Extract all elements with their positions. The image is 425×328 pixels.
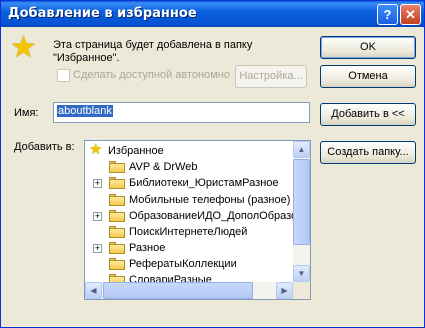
- folder-tree[interactable]: ★ Избранное AVP & DrWeb + Библиотеки_Юри…: [84, 140, 311, 300]
- title-bar[interactable]: Добавление в избранное ? ✕: [1, 1, 424, 27]
- scroll-down-button[interactable]: ▼: [293, 265, 310, 282]
- new-folder-button[interactable]: Создать папку...: [320, 141, 416, 164]
- favorites-star-icon: ★: [10, 31, 37, 64]
- name-input-value: aboutblank: [57, 105, 113, 117]
- expand-icon[interactable]: +: [93, 244, 102, 253]
- tree-item-label: AVP & DrWeb: [129, 161, 198, 173]
- message-line-1: Эта страница будет добавлена в папку: [53, 39, 253, 51]
- folder-icon: [109, 177, 125, 189]
- tree-item-label: Разное: [129, 242, 166, 254]
- add-favorite-dialog: Добавление в избранное ? ✕ ★ Эта страниц…: [0, 0, 425, 328]
- tree-item-label: Мобильные телефоны (разное): [129, 194, 291, 206]
- cancel-button[interactable]: Отмена: [320, 65, 416, 88]
- folder-icon: [109, 226, 125, 238]
- scroll-up-button[interactable]: ▲: [293, 141, 310, 158]
- expand-icon[interactable]: +: [93, 212, 102, 221]
- message-line-2: "Избранное".: [53, 52, 120, 64]
- scroll-left-button[interactable]: ◀: [85, 282, 102, 299]
- help-button[interactable]: ?: [377, 4, 398, 25]
- tree-item-label: ОбразованиеИДО_ДополОбразо: [129, 210, 298, 222]
- name-input[interactable]: aboutblank: [53, 102, 310, 123]
- customize-button[interactable]: Настройка...: [235, 65, 307, 88]
- scroll-right-button[interactable]: ▶: [276, 282, 293, 299]
- expand-icon[interactable]: +: [93, 179, 102, 188]
- ok-button[interactable]: OK: [320, 36, 416, 59]
- folder-icon: [109, 194, 125, 206]
- name-label: Имя:: [14, 107, 39, 119]
- add-to-collapse-button[interactable]: Добавить в <<: [320, 103, 416, 126]
- folder-icon: [109, 242, 125, 254]
- tree-item-label: Библиотеки_ЮристамРазное: [129, 177, 279, 189]
- offline-checkbox[interactable]: [57, 69, 70, 82]
- vertical-scroll-thumb[interactable]: [293, 159, 310, 245]
- favorites-star-icon: ★: [89, 141, 103, 158]
- scrollbar-corner: [293, 282, 310, 299]
- vertical-scrollbar[interactable]: ▲ ▼: [293, 141, 310, 282]
- folder-icon: [109, 210, 125, 222]
- tree-item-label: РефератыКоллекции: [129, 258, 237, 270]
- tree-root-label: Избранное: [108, 143, 164, 159]
- horizontal-scrollbar[interactable]: ◀ ▶: [85, 282, 293, 299]
- folder-icon: [109, 161, 125, 173]
- folder-icon: [109, 258, 125, 270]
- offline-checkbox-label: Сделать доступной автономно: [73, 69, 230, 81]
- close-button[interactable]: ✕: [400, 4, 421, 25]
- add-to-label: Добавить в:: [14, 141, 75, 153]
- horizontal-scroll-thumb[interactable]: [103, 282, 253, 299]
- tree-item-label: ПоискИнтернетеЛюдей: [129, 226, 248, 238]
- window-title: Добавление в избранное: [8, 6, 197, 21]
